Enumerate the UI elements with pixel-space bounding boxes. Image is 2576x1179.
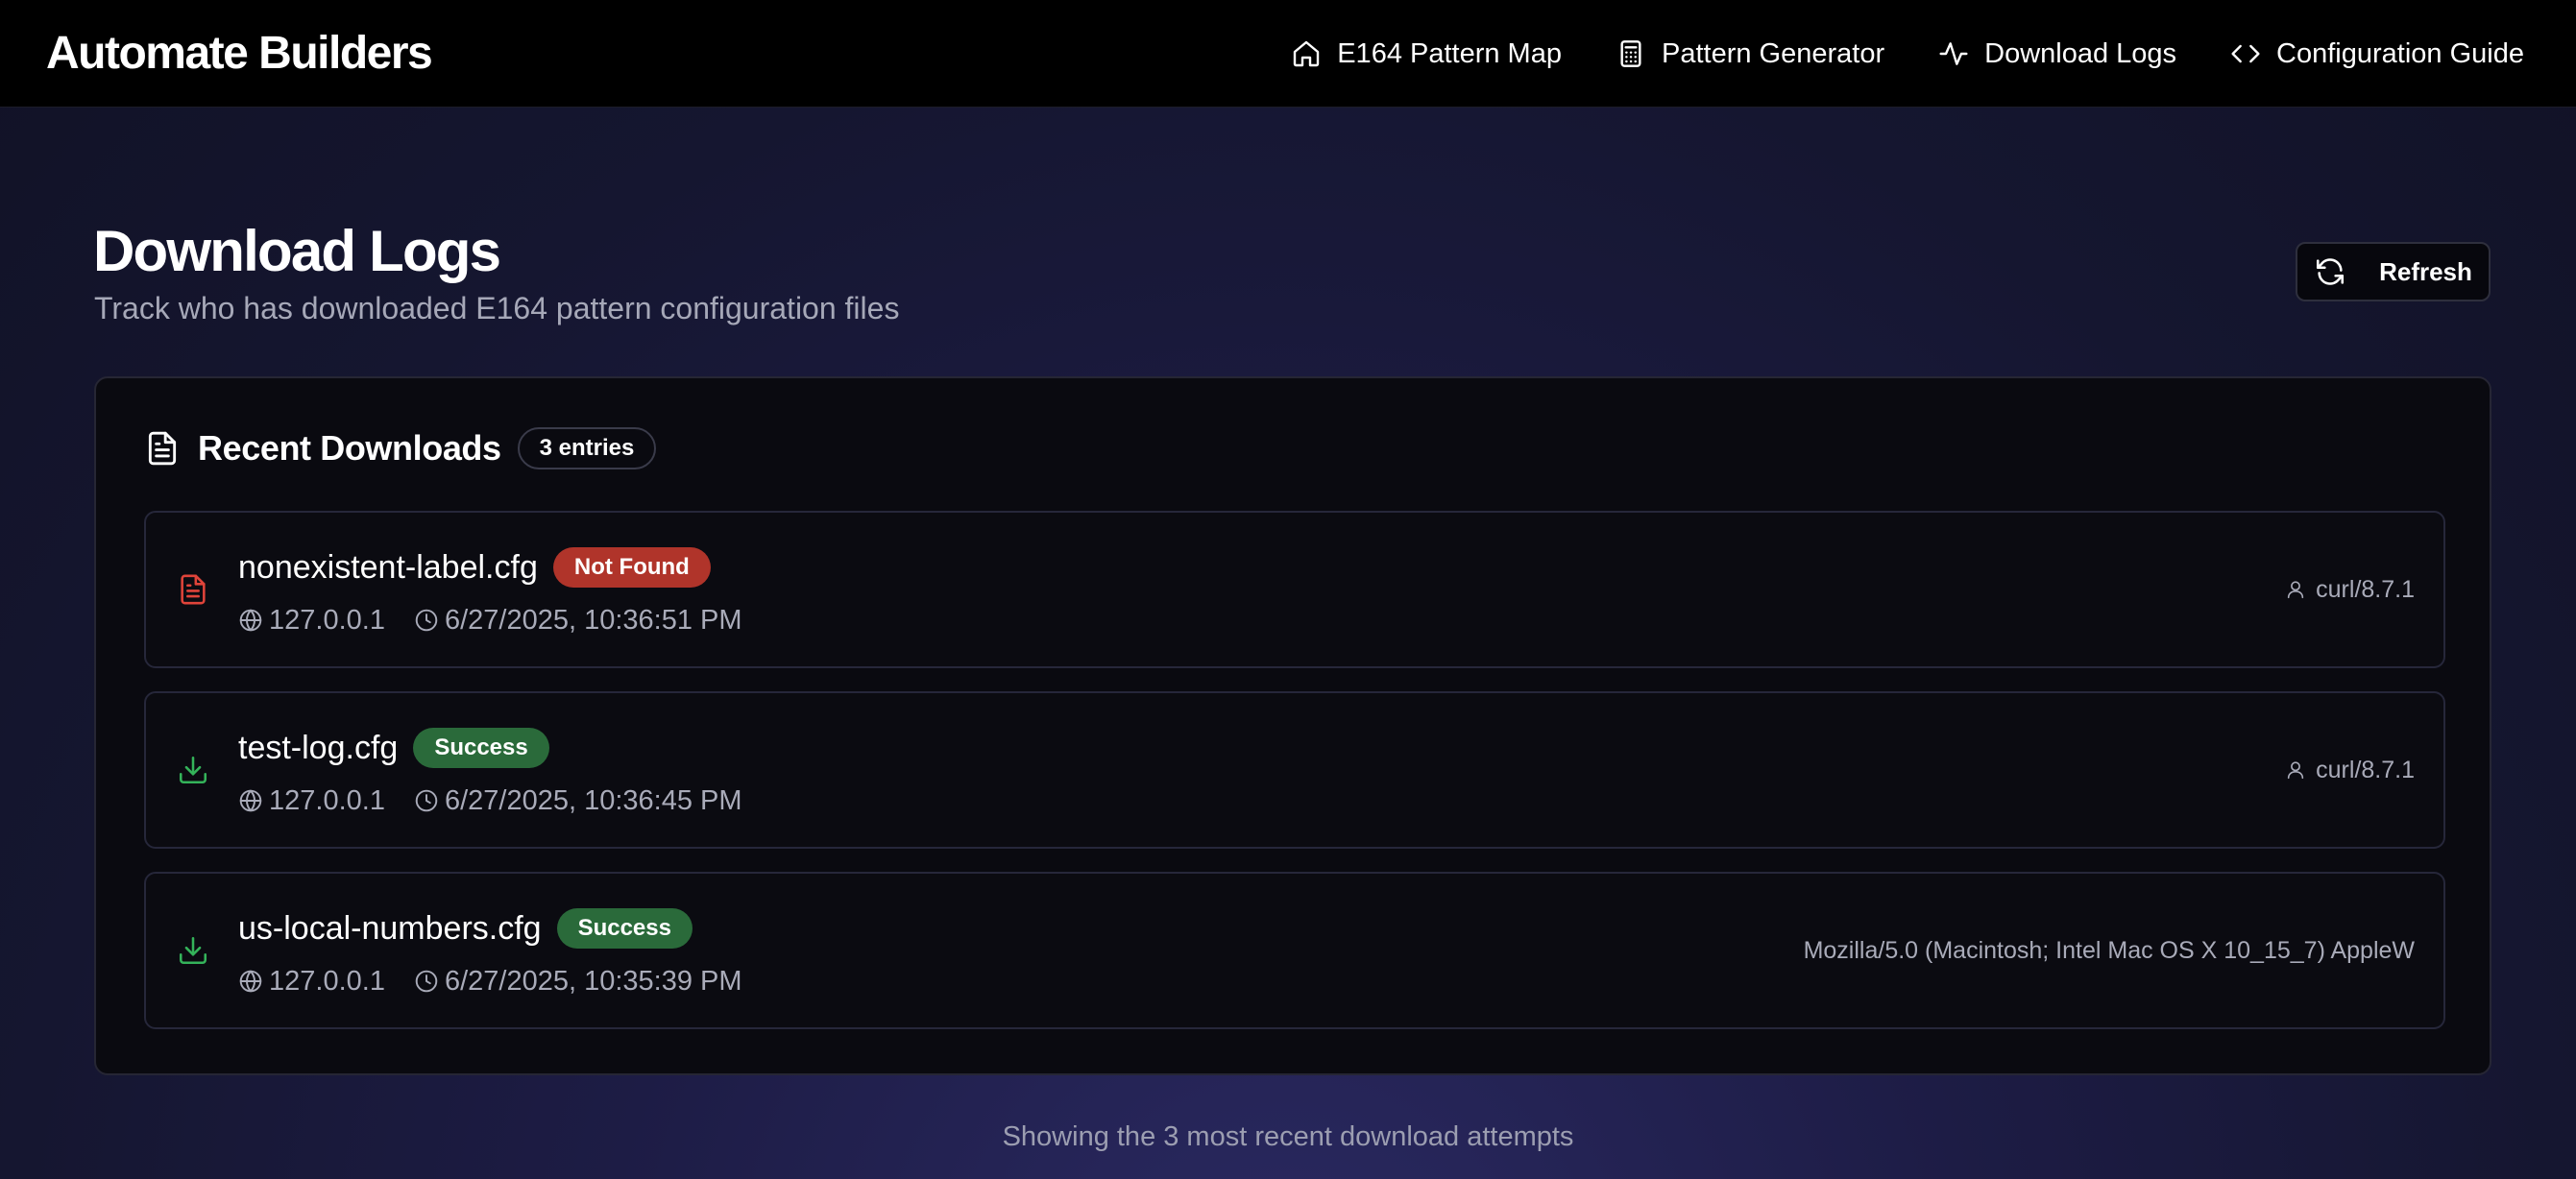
timestamp: 6/27/2025, 10:35:39 PM [414, 966, 742, 998]
meta-line: 127.0.0.1 6/27/2025, 10:35:39 PM [238, 964, 742, 999]
download-icon [179, 756, 207, 784]
refresh-button[interactable]: Refresh [2296, 242, 2491, 301]
user-agent: Mozilla/5.0 (Macintosh; Intel Mac OS X 1… [1804, 933, 2415, 968]
entries-count-badge: 3 entries [517, 427, 657, 469]
status-badge: Success [556, 908, 693, 949]
download-row[interactable]: nonexistent-label.cfg Not Found 127.0.0.… [144, 511, 2445, 668]
clock-icon [415, 609, 438, 632]
ip-text: 127.0.0.1 [269, 604, 385, 636]
ip-address: 127.0.0.1 [238, 966, 385, 998]
timestamp: 6/27/2025, 10:36:51 PM [414, 605, 742, 637]
user-agent: curl/8.7.1 [2285, 753, 2415, 787]
file-line: us-local-numbers.cfg Success [238, 906, 693, 950]
nav-item-label: Configuration Guide [2276, 37, 2524, 69]
user-agent-text: curl/8.7.1 [2316, 575, 2415, 603]
download-icon [179, 936, 207, 965]
top-navbar: Automate Builders E164 Pattern Map Patte… [0, 0, 2576, 108]
file-text-icon [181, 574, 206, 605]
clock-icon [415, 789, 438, 812]
filename: us-local-numbers.cfg [238, 909, 542, 947]
nav-item-download-logs[interactable]: Download Logs [1938, 38, 2176, 70]
nav-item-configuration-guide[interactable]: Configuration Guide [2230, 38, 2524, 70]
file-text-icon [148, 431, 177, 466]
download-list: nonexistent-label.cfg Not Found 127.0.0.… [144, 511, 2445, 1052]
page-subtitle: Track who has downloaded E164 pattern co… [94, 291, 900, 325]
code-icon [2231, 44, 2260, 63]
nav-item-label: Pattern Generator [1661, 37, 1885, 69]
brand-logo[interactable]: Automate Builders [46, 27, 433, 81]
activity-icon [1939, 42, 1968, 65]
nav-item-pattern-generator[interactable]: Pattern Generator [1616, 38, 1884, 70]
nav-item-label: Download Logs [1984, 37, 2177, 69]
refresh-icon [2317, 258, 2345, 285]
timestamp-text: 6/27/2025, 10:36:45 PM [444, 784, 742, 816]
card-title: Recent Downloads [198, 428, 501, 468]
user-agent-text: Mozilla/5.0 (Macintosh; Intel Mac OS X 1… [1803, 936, 2415, 964]
ip-address: 127.0.0.1 [238, 605, 385, 637]
recent-downloads-card: Recent Downloads 3 entries nonexistent-l… [94, 376, 2491, 1075]
globe-icon [239, 609, 262, 632]
meta-line: 127.0.0.1 6/27/2025, 10:36:51 PM [238, 603, 742, 638]
timestamp: 6/27/2025, 10:36:45 PM [414, 785, 742, 817]
user-icon [2287, 581, 2304, 599]
timestamp-text: 6/27/2025, 10:35:39 PM [444, 965, 742, 997]
user-icon [2287, 761, 2304, 780]
globe-icon [239, 789, 262, 812]
filename: nonexistent-label.cfg [238, 548, 538, 586]
file-line: test-log.cfg Success [238, 726, 549, 770]
home-icon [1294, 40, 1320, 67]
ip-address: 127.0.0.1 [238, 785, 385, 817]
status-badge: Not Found [552, 547, 711, 588]
globe-icon [239, 970, 262, 993]
footer-note: Showing the 3 most recent download attem… [1002, 1121, 1574, 1152]
user-agent: curl/8.7.1 [2285, 572, 2415, 607]
meta-line: 127.0.0.1 6/27/2025, 10:36:45 PM [238, 783, 742, 818]
file-line: nonexistent-label.cfg Not Found [238, 545, 711, 590]
clock-icon [415, 970, 438, 993]
main-nav: E164 Pattern Map Pattern Generator Downl… [1291, 29, 2524, 79]
user-agent-text: curl/8.7.1 [2316, 756, 2415, 783]
download-row[interactable]: us-local-numbers.cfg Success 127.0.0.1 6… [144, 872, 2445, 1029]
refresh-label: Refresh [2379, 256, 2472, 286]
calculator-icon [1620, 40, 1641, 67]
ip-text: 127.0.0.1 [269, 784, 385, 816]
nav-item-label: E164 Pattern Map [1337, 37, 1562, 69]
filename: test-log.cfg [238, 729, 399, 766]
timestamp-text: 6/27/2025, 10:36:51 PM [444, 604, 742, 636]
page-title: Download Logs [93, 219, 501, 283]
nav-item-e164-pattern-map[interactable]: E164 Pattern Map [1291, 38, 1562, 70]
ip-text: 127.0.0.1 [269, 965, 385, 997]
status-badge: Success [413, 728, 549, 768]
card-header: Recent Downloads 3 entries [144, 427, 657, 469]
download-row[interactable]: test-log.cfg Success 127.0.0.1 6/27/2025… [144, 691, 2445, 849]
